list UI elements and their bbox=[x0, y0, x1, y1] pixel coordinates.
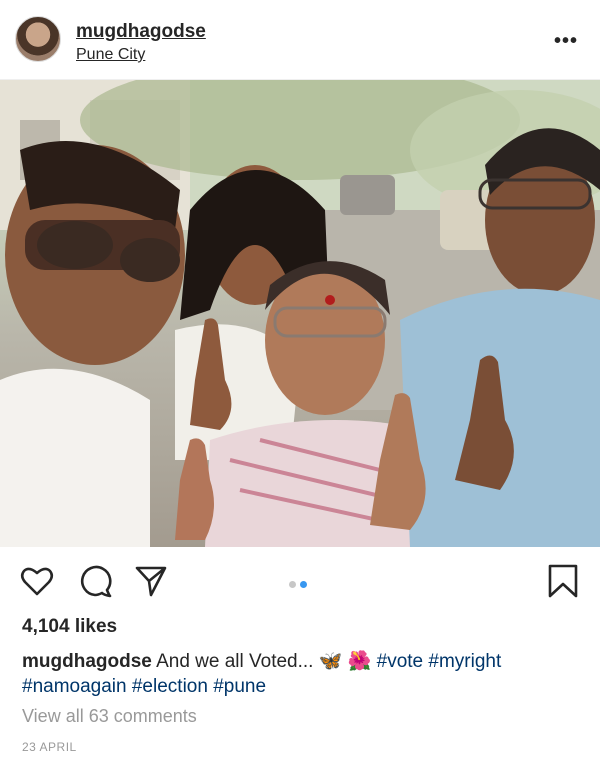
post-caption: mugdhagodse And we all Voted... 🦋 🌺 #vot… bbox=[22, 649, 582, 699]
comment-icon[interactable] bbox=[78, 564, 112, 598]
caption-username[interactable]: mugdhagodse bbox=[22, 651, 152, 672]
caption-text: And we all Voted... bbox=[156, 651, 314, 672]
share-send-icon[interactable] bbox=[134, 564, 168, 598]
carousel-indicator bbox=[287, 575, 309, 593]
post-actions bbox=[0, 547, 600, 613]
post-username[interactable]: mugdhagodse bbox=[76, 21, 206, 43]
caption-hashtags-line2[interactable]: #namoagain #election #pune bbox=[22, 676, 266, 697]
caption-hashtags[interactable]: #vote #myright bbox=[377, 651, 502, 672]
bookmark-icon[interactable] bbox=[546, 564, 580, 598]
post-location[interactable]: Pune City bbox=[76, 46, 145, 64]
post-date: 23 APRIL bbox=[22, 740, 77, 754]
like-count[interactable]: 4,104 likes bbox=[22, 616, 117, 638]
avatar[interactable] bbox=[15, 16, 61, 62]
post-photo[interactable] bbox=[0, 80, 600, 547]
caption-emoji: 🦋 🌺 bbox=[318, 651, 372, 672]
like-heart-icon[interactable] bbox=[20, 564, 54, 598]
view-comments-link[interactable]: View all 63 comments bbox=[22, 706, 197, 727]
more-options-icon[interactable]: ••• bbox=[554, 30, 578, 53]
carousel-dot-active bbox=[300, 581, 307, 588]
post-header: mugdhagodse Pune City ••• bbox=[0, 0, 600, 80]
carousel-dot bbox=[289, 581, 296, 588]
